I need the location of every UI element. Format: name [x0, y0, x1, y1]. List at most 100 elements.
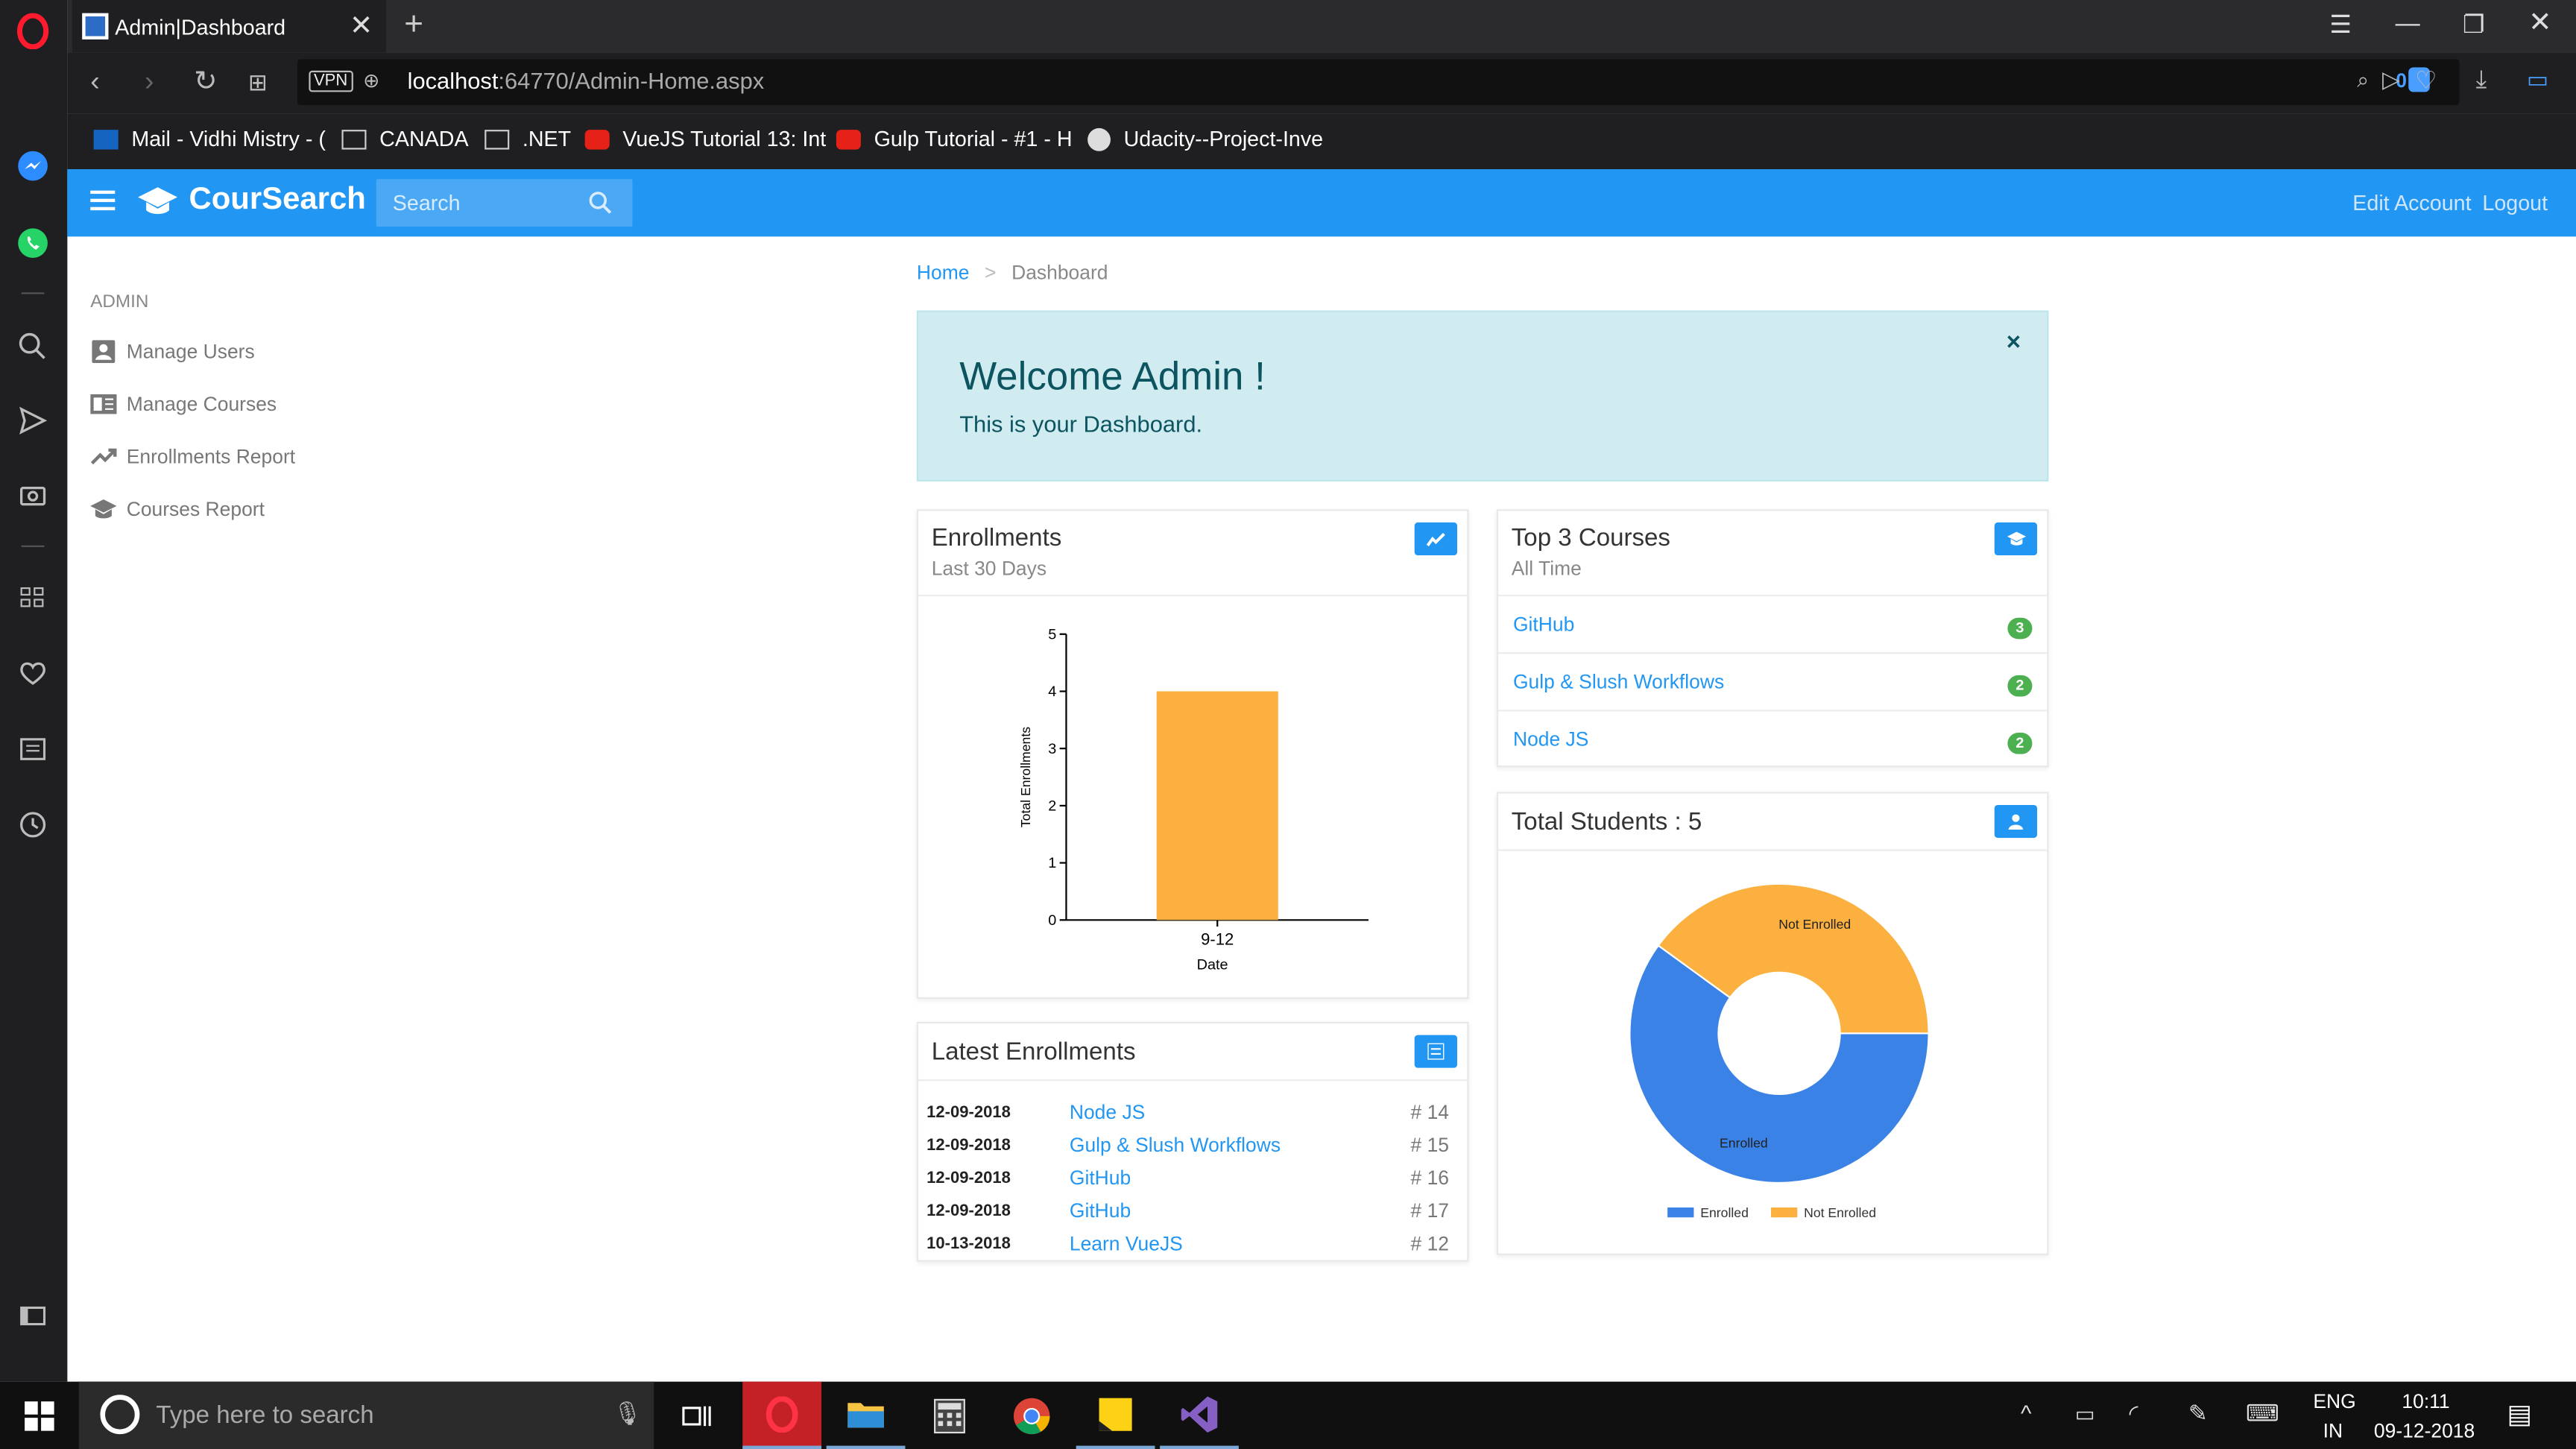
enrollment-date: 12-09-2018 [926, 1202, 1011, 1221]
enrollment-course-link[interactable]: Gulp & Slush Workflows [1070, 1134, 1281, 1157]
breadcrumb-home[interactable]: Home [917, 261, 970, 284]
bookmark-dotnet[interactable]: .NET [484, 127, 571, 151]
taskbar-search[interactable]: Type here to search 🎙 [78, 1381, 654, 1449]
history-icon[interactable] [15, 806, 51, 842]
enrollment-id: # 15 [1410, 1133, 1450, 1157]
count-badge: 2 [2007, 733, 2033, 754]
clock-time[interactable]: 10:11 [2402, 1390, 2449, 1413]
battery-icon[interactable]: ▭ [2075, 1401, 2095, 1427]
sidebar-toggle-icon[interactable] [15, 1298, 51, 1333]
brand[interactable]: CourSearch [136, 183, 366, 218]
course-link[interactable]: GitHub [1513, 613, 1574, 636]
notification-icon[interactable]: ▤ [2507, 1398, 2531, 1431]
globe-icon: ⊕ [363, 69, 380, 92]
close-tab-icon[interactable]: ✕ [350, 10, 373, 42]
news-icon[interactable] [15, 731, 51, 767]
camera-icon[interactable] [15, 476, 51, 512]
opera-logo-icon[interactable] [15, 13, 51, 50]
whatsapp-icon[interactable] [15, 225, 51, 261]
students-button[interactable] [1994, 805, 2038, 839]
new-tab-button[interactable]: + [404, 7, 423, 45]
messenger-icon[interactable] [15, 148, 51, 183]
bookmark-heart-icon[interactable]: ♡ [2415, 66, 2437, 95]
taskbar-sticky-notes[interactable] [1076, 1382, 1155, 1449]
language-indicator[interactable]: ENG [2313, 1390, 2355, 1413]
sidebar-item-manage-users[interactable]: Manage Users [90, 340, 255, 364]
sidebar-item-enrollments-report[interactable]: Enrollments Report [90, 445, 295, 468]
y-tick-label: 4 [1048, 684, 1056, 700]
taskbar-calculator[interactable] [910, 1382, 989, 1449]
card-title: Top 3 Courses [1511, 524, 1670, 552]
taskbar-chrome[interactable] [992, 1382, 1071, 1449]
list-item: Node JS 2 [1498, 710, 2048, 767]
clock-date[interactable]: 09-12-2018 [2374, 1419, 2475, 1442]
search-icon[interactable] [588, 191, 613, 215]
wifi-icon[interactable]: ◜ [2130, 1400, 2138, 1427]
enrollment-course-link[interactable]: Learn VueJS [1070, 1232, 1183, 1255]
battery-saver-icon[interactable]: ▭ [2527, 66, 2548, 93]
restore-button[interactable]: ❐ [2463, 10, 2485, 39]
tab-menu-icon[interactable]: ☰ [2329, 10, 2352, 39]
heart-icon[interactable] [15, 655, 51, 691]
logout-link[interactable]: Logout [2482, 191, 2548, 215]
trending-button[interactable] [1414, 522, 1458, 555]
edit-account-link[interactable]: Edit Account [2352, 191, 2471, 215]
minimize-button[interactable]: — [2396, 10, 2420, 37]
calculator-icon [934, 1398, 965, 1433]
enrollments-card: Enrollments Last 30 Days 0 1 2 3 4 5 9-12 Date T… [916, 509, 1469, 1000]
search-icon[interactable] [15, 329, 51, 364]
course-link[interactable]: Node JS [1513, 727, 1588, 751]
enrollment-course-link[interactable]: GitHub [1070, 1167, 1131, 1190]
windows-start-button[interactable] [0, 1382, 79, 1449]
bookmark-gulp[interactable]: Gulp Tutorial - #1 - H [836, 127, 1073, 151]
enrollment-course-link[interactable]: Node JS [1070, 1101, 1145, 1124]
bookmark-mail[interactable]: Mail - Vidhi Mistry - ( [93, 127, 326, 151]
zoom-icon[interactable]: ⌕ [2357, 67, 2369, 93]
y-tick-label: 5 [1048, 626, 1056, 643]
vpn-badge[interactable]: VPN [309, 70, 353, 92]
pen-icon[interactable]: ✎ [2188, 1400, 2208, 1427]
snap-icon[interactable]: ▷ [2382, 66, 2400, 93]
reload-button[interactable]: ↻ [194, 66, 217, 98]
tab-admin-dashboard[interactable]: Admin|Dashboard ✕ [72, 0, 386, 53]
slice-label: Not Enrolled [1778, 917, 1851, 932]
enrollment-course-link[interactable]: GitHub [1070, 1199, 1131, 1222]
trending-icon [90, 448, 117, 465]
show-hidden-icons-button[interactable]: ^ [2021, 1400, 2031, 1426]
windows-icon [25, 1400, 54, 1430]
top-courses-card: Top 3 Courses All Time GitHub 3 Gulp & S… [1496, 509, 2049, 768]
url-field[interactable]: VPN ⊕ localhost:64770/Admin-Home.aspx ⌕ … [297, 59, 2460, 106]
keyboard-icon[interactable]: ⌨ [2246, 1400, 2279, 1427]
close-alert-button[interactable]: × [2007, 329, 2021, 356]
back-button[interactable]: ‹ [90, 66, 100, 98]
opera-icon [765, 1395, 798, 1432]
graduation-cap-icon [2006, 531, 2026, 546]
bookmark-udacity[interactable]: Udacity--Project-Inve [1087, 127, 1323, 151]
search-input[interactable] [376, 179, 574, 227]
sidebar-item-courses-report[interactable]: Courses Report [90, 498, 265, 521]
total-students-card: Total Students : 5 Enrolled Not Enrolled E… [1496, 792, 2049, 1255]
course-link[interactable]: Gulp & Slush Workflows [1513, 670, 1724, 693]
close-window-button[interactable]: ✕ [2528, 7, 2551, 40]
region-indicator[interactable]: IN [2323, 1419, 2343, 1442]
tab-bar: Admin|Dashboard ✕ + ☰ — ❐ ✕ [67, 0, 2576, 53]
speed-dial-icon[interactable] [15, 580, 51, 616]
send-icon[interactable] [15, 402, 51, 438]
outlook-icon [93, 129, 119, 149]
forward-button[interactable]: › [145, 66, 154, 98]
bookmark-vuejs[interactable]: VueJS Tutorial 13: Int [584, 127, 826, 151]
sidebar-item-manage-courses[interactable]: Manage Courses [90, 393, 277, 416]
courses-button[interactable] [1994, 522, 2038, 555]
list-button[interactable] [1414, 1035, 1458, 1068]
speed-dial-button[interactable]: ⊞ [248, 69, 268, 97]
welcome-subtitle: This is your Dashboard. [959, 411, 1203, 438]
bookmark-canada[interactable]: CANADA [341, 127, 469, 151]
taskbar-opera[interactable] [742, 1381, 822, 1449]
taskbar-file-explorer[interactable] [826, 1382, 906, 1449]
microphone-icon[interactable]: 🎙 [613, 1400, 642, 1427]
task-view-button[interactable] [657, 1382, 736, 1449]
taskbar-visual-studio[interactable] [1160, 1382, 1239, 1449]
address-bar-row: ‹ › ↻ ⊞ VPN ⊕ localhost:64770/Admin-Home… [67, 52, 2576, 114]
menu-icon[interactable] [90, 190, 116, 211]
downloads-icon[interactable]: ⤓ [2476, 66, 2487, 93]
